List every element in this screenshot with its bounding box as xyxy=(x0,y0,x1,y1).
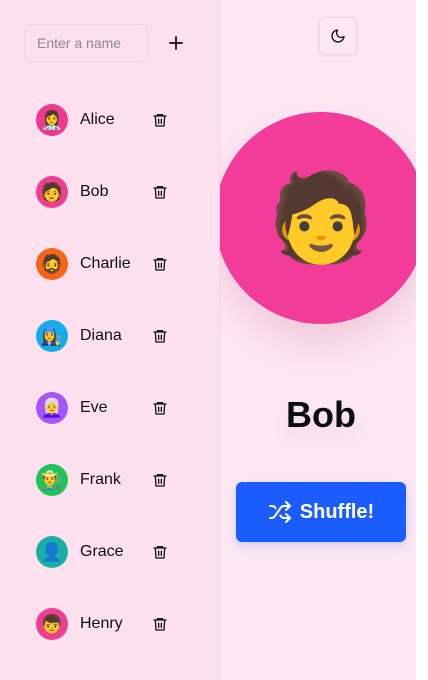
list-item[interactable]: 🧔 Charlie xyxy=(36,228,196,300)
person-name: Grace xyxy=(80,543,124,560)
selected-avatar-emoji: 🧑 xyxy=(267,170,375,266)
person-name: Eve xyxy=(80,399,108,416)
delete-button[interactable] xyxy=(148,108,172,132)
avatar: 🧑 xyxy=(36,176,68,208)
trash-icon xyxy=(153,618,167,631)
list-item[interactable]: 👩‍⚕️ Alice xyxy=(36,84,196,156)
shuffle-button[interactable]: Shuffle! xyxy=(236,482,406,542)
shuffle-label: Shuffle! xyxy=(299,500,375,523)
person-name: Bob xyxy=(80,183,109,200)
trash-icon xyxy=(153,546,167,559)
window-edge xyxy=(416,0,422,680)
person-name: Diana xyxy=(80,327,122,344)
list-item[interactable]: 👨‍🌾 Frank xyxy=(36,444,196,516)
list-item[interactable]: 🧑 Bob xyxy=(36,156,196,228)
shuffle-icon xyxy=(268,501,291,523)
selected-avatar: 🧑 xyxy=(220,112,422,324)
avatar: 👩‍🔧 xyxy=(36,320,68,352)
delete-button[interactable] xyxy=(148,324,172,348)
avatar: 🧔 xyxy=(36,248,68,280)
list-item[interactable]: 👩‍🔧 Diana xyxy=(36,300,196,372)
name-input[interactable] xyxy=(24,24,148,62)
theme-toggle-button[interactable] xyxy=(319,17,357,55)
person-name: Frank xyxy=(80,471,121,488)
trash-icon xyxy=(153,330,167,343)
avatar: 👩‍⚕️ xyxy=(36,104,68,136)
avatar: 👦 xyxy=(36,608,68,640)
avatar: 👤 xyxy=(36,536,68,568)
delete-button[interactable] xyxy=(148,612,172,636)
trash-icon xyxy=(153,474,167,487)
main-panel: 🧑 Bob Shuffle! xyxy=(220,0,422,680)
person-name: Charlie xyxy=(80,255,131,272)
list-item[interactable]: 👦 Henry xyxy=(36,588,196,660)
trash-icon xyxy=(153,186,167,199)
person-name: Henry xyxy=(80,615,123,632)
people-list: 👩‍⚕️ Alice 🧑 Bob 🧔 Charlie 👩‍🔧 Diana 👩‍🦳 Eve 👨‍🌾 Fr… xyxy=(36,84,196,660)
avatar: 👨‍🌾 xyxy=(36,464,68,496)
trash-icon xyxy=(153,402,167,415)
delete-button[interactable] xyxy=(148,540,172,564)
selected-name: Bob xyxy=(286,394,356,435)
sidebar: 👩‍⚕️ Alice 🧑 Bob 🧔 Charlie 👩‍🔧 Diana 👩‍🦳 Eve 👨‍🌾 Fr… xyxy=(0,0,220,680)
trash-icon xyxy=(153,114,167,127)
avatar: 👩‍🦳 xyxy=(36,392,68,424)
person-name: Alice xyxy=(80,111,115,128)
add-button[interactable] xyxy=(162,29,190,57)
list-item[interactable]: 👩‍🦳 Eve xyxy=(36,372,196,444)
moon-icon xyxy=(331,29,345,43)
plus-icon xyxy=(169,36,183,50)
delete-button[interactable] xyxy=(148,396,172,420)
list-item[interactable]: 👤 Grace xyxy=(36,516,196,588)
add-person-row xyxy=(24,24,190,62)
app: 👩‍⚕️ Alice 🧑 Bob 🧔 Charlie 👩‍🔧 Diana 👩‍🦳 Eve 👨‍🌾 Fr… xyxy=(0,0,428,680)
delete-button[interactable] xyxy=(148,180,172,204)
delete-button[interactable] xyxy=(148,252,172,276)
trash-icon xyxy=(153,258,167,271)
delete-button[interactable] xyxy=(148,468,172,492)
